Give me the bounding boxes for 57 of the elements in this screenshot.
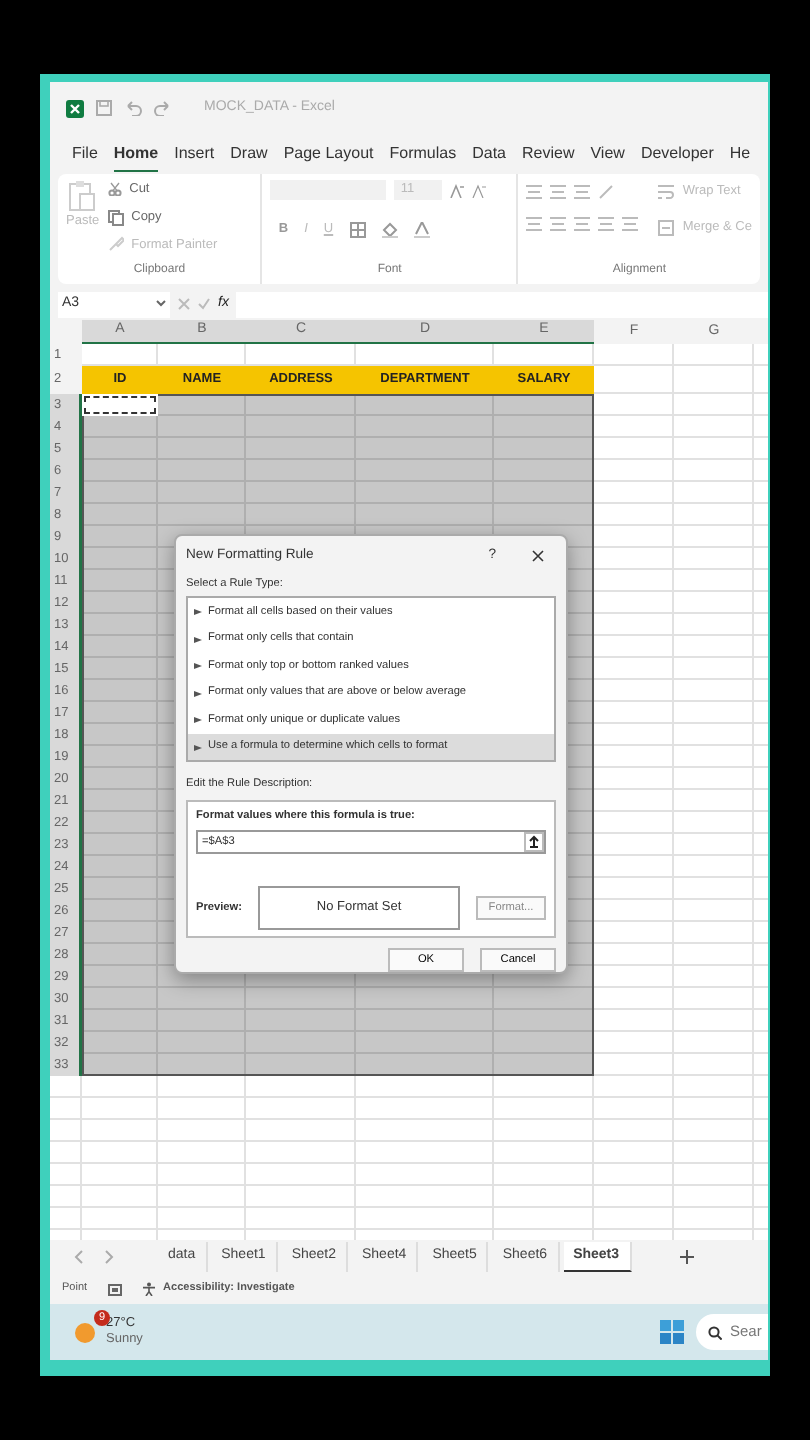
font-color-icon[interactable] <box>413 221 430 238</box>
merge-icon[interactable] <box>658 219 675 236</box>
collapse-icon[interactable] <box>524 832 544 853</box>
align-icon[interactable] <box>574 216 591 232</box>
align-icon[interactable] <box>550 216 567 232</box>
active-cell[interactable] <box>82 394 158 416</box>
rule-type-list[interactable] <box>186 596 556 763</box>
brush-icon[interactable] <box>107 236 124 253</box>
menu-tab[interactable]: Page Layout <box>283 138 374 170</box>
cut-icon[interactable] <box>107 182 122 197</box>
bullet-icon <box>194 716 202 725</box>
menu-tab[interactable]: File <box>72 138 98 170</box>
undo-icon[interactable] <box>124 100 142 116</box>
close-icon[interactable] <box>532 550 544 562</box>
bullet-icon <box>194 608 202 617</box>
font-shrink-icon[interactable] <box>472 183 487 197</box>
align-icon[interactable] <box>574 184 591 200</box>
macro-icon[interactable] <box>107 1283 122 1295</box>
excel-icon[interactable] <box>66 99 84 117</box>
menu-tab[interactable]: He <box>729 138 751 170</box>
copy-icon[interactable] <box>107 209 124 226</box>
search-icon <box>708 1325 722 1339</box>
align-icon[interactable] <box>526 216 543 232</box>
cancel-icon[interactable] <box>178 298 190 310</box>
fill-color-icon[interactable] <box>381 221 398 238</box>
bullet-icon <box>194 635 202 644</box>
menu-tab[interactable]: Review <box>522 138 575 170</box>
align-icon[interactable] <box>598 216 615 232</box>
enter-icon[interactable] <box>198 298 210 310</box>
borders-icon[interactable] <box>349 221 366 238</box>
windows-logo-icon[interactable] <box>660 1320 684 1344</box>
orientation-icon[interactable] <box>598 184 615 200</box>
menu-tab[interactable]: View <box>590 138 625 170</box>
menu-tab[interactable]: Draw <box>230 138 268 170</box>
align-icon[interactable] <box>526 184 543 200</box>
menu-tab[interactable]: Developer <box>640 138 714 170</box>
paste-icon[interactable] <box>68 180 97 212</box>
wrap-text-icon[interactable] <box>658 183 675 200</box>
bullet-icon <box>194 743 202 752</box>
chevron-left-icon[interactable] <box>74 1250 84 1264</box>
chevron-right-icon[interactable] <box>104 1250 114 1264</box>
font-grow-icon[interactable] <box>450 183 465 197</box>
weather-icon[interactable] <box>74 1321 96 1343</box>
align-icon[interactable] <box>622 216 639 232</box>
caret-icon[interactable] <box>156 300 166 308</box>
menu-tab[interactable]: Formulas <box>389 138 457 170</box>
menu-tab[interactable]: Insert <box>174 138 215 170</box>
menu-tab[interactable]: Home <box>113 137 159 171</box>
accessibility-icon[interactable] <box>141 1282 156 1296</box>
bullet-icon <box>194 662 202 671</box>
add-sheet-icon[interactable] <box>679 1250 694 1264</box>
align-icon[interactable] <box>550 184 567 200</box>
redo-icon[interactable] <box>154 100 172 116</box>
bullet-icon <box>194 689 202 698</box>
formula-input[interactable] <box>236 291 768 317</box>
save-icon[interactable] <box>96 100 112 116</box>
menu-tab[interactable]: Data <box>472 138 506 170</box>
